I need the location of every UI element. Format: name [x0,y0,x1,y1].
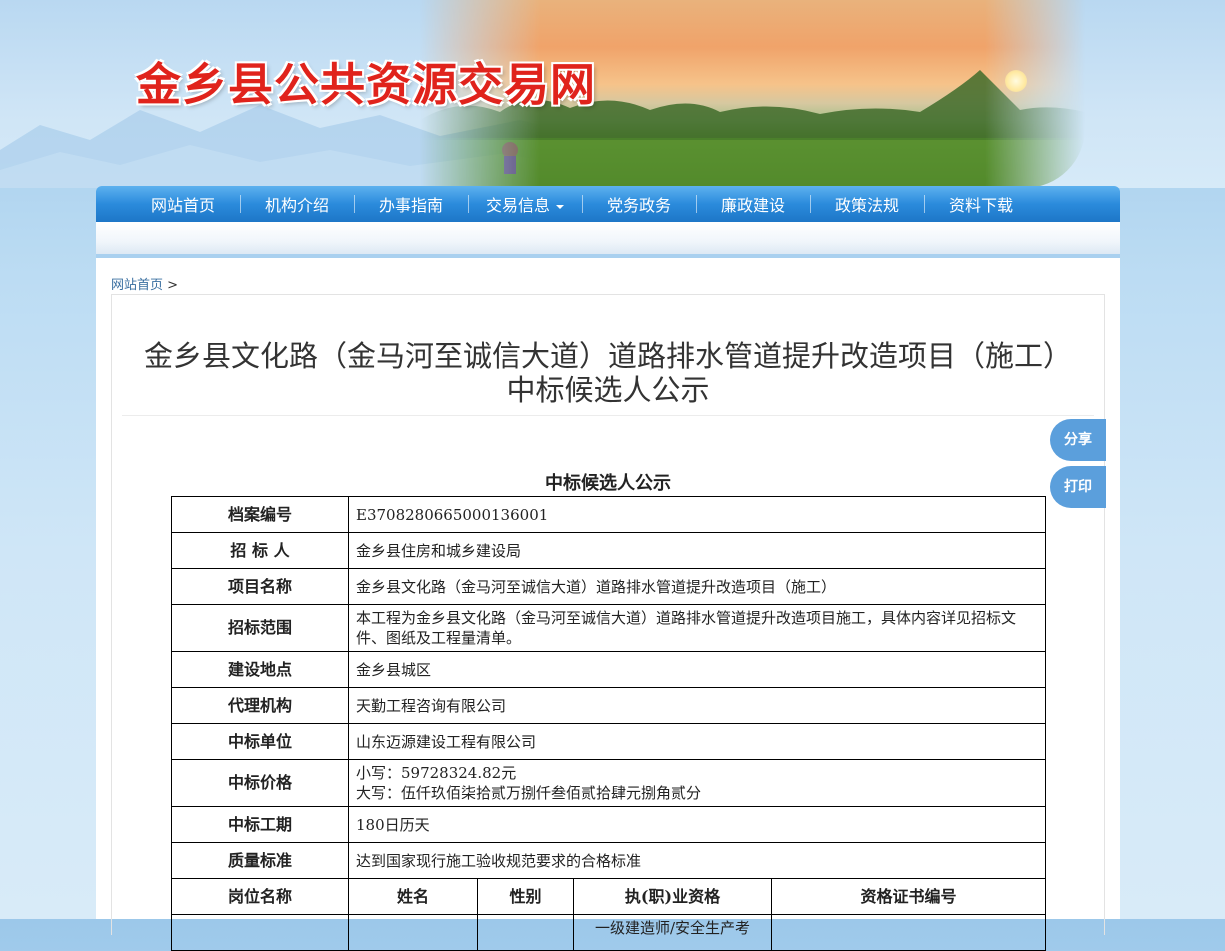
col-header-position: 岗位名称 [171,878,349,915]
staff-cell [477,914,574,951]
breadcrumb: 网站首页 > [111,274,178,293]
article-title-line1: 金乡县文化路（金马河至诚信大道）道路排水管道提升改造项目（施工） [143,339,1072,373]
sub-nav-bar [96,222,1120,254]
staff-header-row: 岗位名称 姓名 性别 执(职)业资格 资格证书编号 [171,878,1047,915]
candidate-info-table: 档案编号 E3708280665000136001 招 标 人 金乡县住房和城乡… [171,496,1047,951]
nav-label: 网站首页 [150,196,215,215]
nav-item-guide[interactable]: 办事指南 [354,192,468,216]
nav-item-policy[interactable]: 政策法规 [810,192,924,216]
row-value: 金乡县文化路（金马河至诚信大道）道路排水管道提升改造项目（施工） [347,568,1047,605]
row-label: 招 标 人 [171,532,349,569]
col-header-cert-number: 资格证书编号 [770,878,1047,915]
table-row: 一级建造师/安全生产考 [171,914,1047,951]
nav-label: 政策法规 [834,196,899,215]
table-row: 招 标 人 金乡县住房和城乡建设局 [171,532,1047,569]
table-row: 建设地点 金乡县城区 [171,651,1047,688]
site-title: 金乡县公共资源交易网 [136,58,597,111]
staff-cell [348,914,478,951]
row-value: 达到国家现行施工验收规范要求的合格标准 [347,842,1047,879]
main-nav: 网站首页 机构介绍 办事指南 交易信息 党务政务 廉政建设 政策法规 资料下载 [96,186,1120,222]
breadcrumb-separator: > [167,278,179,293]
staff-cell [770,914,1047,951]
nav-item-party-affairs[interactable]: 党务政务 [582,192,696,216]
nav-label: 党务政务 [606,196,671,215]
row-label: 中标单位 [171,723,349,760]
table-row: 中标工期 180日历天 [171,806,1047,843]
col-header-qualification: 执(职)业资格 [573,878,772,915]
row-value: 金乡县住房和城乡建设局 [347,532,1047,569]
site-banner: 金乡县公共资源交易网 [0,0,1225,188]
row-label: 档案编号 [171,496,349,533]
table-row: 档案编号 E3708280665000136001 [171,496,1047,533]
article-title: 金乡县文化路（金马河至诚信大道）道路排水管道提升改造项目（施工） 中标候选人公示 [112,339,1104,407]
table-row: 招标范围 本工程为金乡县文化路（金马河至诚信大道）道路排水管道提升改造项目施工，… [171,604,1047,652]
article-title-line2: 中标候选人公示 [506,373,710,407]
row-value: 180日历天 [347,806,1047,843]
price-uppercase: 大写：伍仟玖佰柒拾贰万捌仟叁佰贰拾肆元捌角贰分 [356,784,702,802]
row-label: 代理机构 [171,687,349,724]
price-lowercase: 小写：59728324.82元 [356,764,517,782]
row-value: 小写：59728324.82元 大写：伍仟玖佰柒拾贰万捌仟叁佰贰拾肆元捌角贰分 [347,759,1047,807]
row-label: 招标范围 [171,604,349,652]
nav-item-trade-info[interactable]: 交易信息 [468,192,582,216]
nav-label: 机构介绍 [264,196,329,215]
table-row: 中标价格 小写：59728324.82元 大写：伍仟玖佰柒拾贰万捌仟叁佰贰拾肆元… [171,759,1047,807]
row-value: 金乡县城区 [347,651,1047,688]
nav-label: 办事指南 [378,196,443,215]
nav-item-home[interactable]: 网站首页 [126,192,240,216]
row-value: 天勤工程咨询有限公司 [347,687,1047,724]
table-row: 代理机构 天勤工程咨询有限公司 [171,687,1047,724]
row-label: 项目名称 [171,568,349,605]
col-header-gender: 性别 [477,878,574,915]
share-button[interactable]: 分享 [1050,419,1106,461]
staff-cell [171,914,349,951]
nav-item-downloads[interactable]: 资料下载 [924,192,1038,216]
staff-qualification: 一级建造师/安全生产考 [573,914,772,951]
row-value: 山东迈源建设工程有限公司 [347,723,1047,760]
caret-down-icon [556,204,564,209]
table-row: 质量标准 达到国家现行施工验收规范要求的合格标准 [171,842,1047,879]
nav-label: 资料下载 [948,196,1013,215]
nav-label: 廉政建设 [720,196,785,215]
row-value: E3708280665000136001 [347,496,1047,533]
nav-item-integrity[interactable]: 廉政建设 [696,192,810,216]
table-row: 中标单位 山东迈源建设工程有限公司 [171,723,1047,760]
main-content: 网站首页 > 金乡县文化路（金马河至诚信大道）道路排水管道提升改造项目（施工） … [96,258,1120,951]
title-divider [122,415,1094,416]
row-label: 建设地点 [171,651,349,688]
row-label: 中标价格 [171,759,349,807]
row-label: 质量标准 [171,842,349,879]
row-value: 本工程为金乡县文化路（金马河至诚信大道）道路排水管道提升改造项目施工，具体内容详… [347,604,1047,652]
nav-item-about[interactable]: 机构介绍 [240,192,354,216]
col-header-name: 姓名 [348,878,478,915]
nav-label: 交易信息 [485,196,550,215]
notice-heading: 中标候选人公示 [545,473,671,494]
breadcrumb-home-link[interactable]: 网站首页 [111,278,163,293]
sun-graphic [1005,70,1027,92]
row-label: 中标工期 [171,806,349,843]
table-row: 项目名称 金乡县文化路（金马河至诚信大道）道路排水管道提升改造项目（施工） [171,568,1047,605]
